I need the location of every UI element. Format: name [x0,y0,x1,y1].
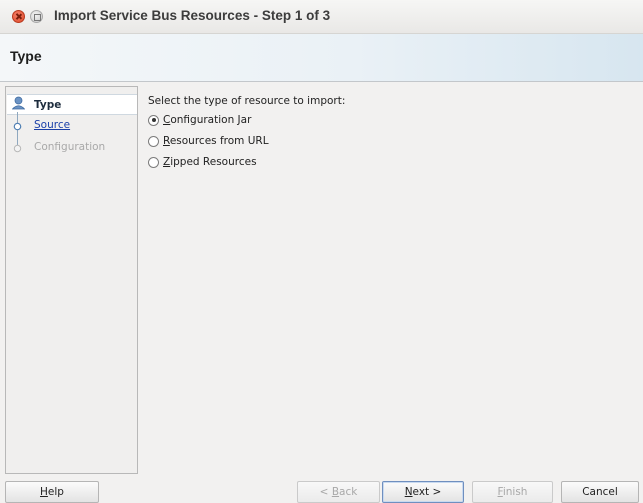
option-zipped-resources[interactable]: Zipped Resources [148,156,257,168]
window-title: Import Service Bus Resources - Step 1 of… [54,8,331,23]
page-title: Type [10,48,42,64]
radio-resources-from-url[interactable] [148,135,159,147]
title-bar: Import Service Bus Resources - Step 1 of… [0,0,643,34]
next-button[interactable]: Next > [382,481,464,503]
back-button[interactable]: < Back [297,481,380,503]
radio-zipped-resources[interactable] [148,156,159,168]
step-pending-icon [13,144,22,153]
finish-button[interactable]: Finish [472,481,553,503]
radio-configuration-jar[interactable] [148,114,159,126]
close-icon[interactable] [12,10,25,23]
option-configuration-jar[interactable]: Configuration Jar [148,114,251,126]
step-navigation: Type Source Configuration [5,86,138,474]
option-resources-from-url-label: Resources from URL [163,135,269,147]
help-button[interactable]: Help [5,481,99,503]
maximize-icon[interactable] [30,10,43,23]
step-selection-highlight [7,94,137,115]
option-resources-from-url[interactable]: Resources from URL [148,135,269,147]
nav-step-type[interactable]: Type [34,99,61,111]
cancel-button[interactable]: Cancel [561,481,639,503]
step-current-icon [12,96,25,110]
option-zipped-resources-label: Zipped Resources [163,156,257,168]
nav-step-source[interactable]: Source [34,119,70,131]
page-header: Type [0,34,643,82]
resource-type-prompt: Select the type of resource to import: [148,95,346,107]
option-configuration-jar-label: Configuration Jar [163,114,252,126]
step-node-icon [13,122,22,131]
nav-step-configuration: Configuration [34,141,106,153]
